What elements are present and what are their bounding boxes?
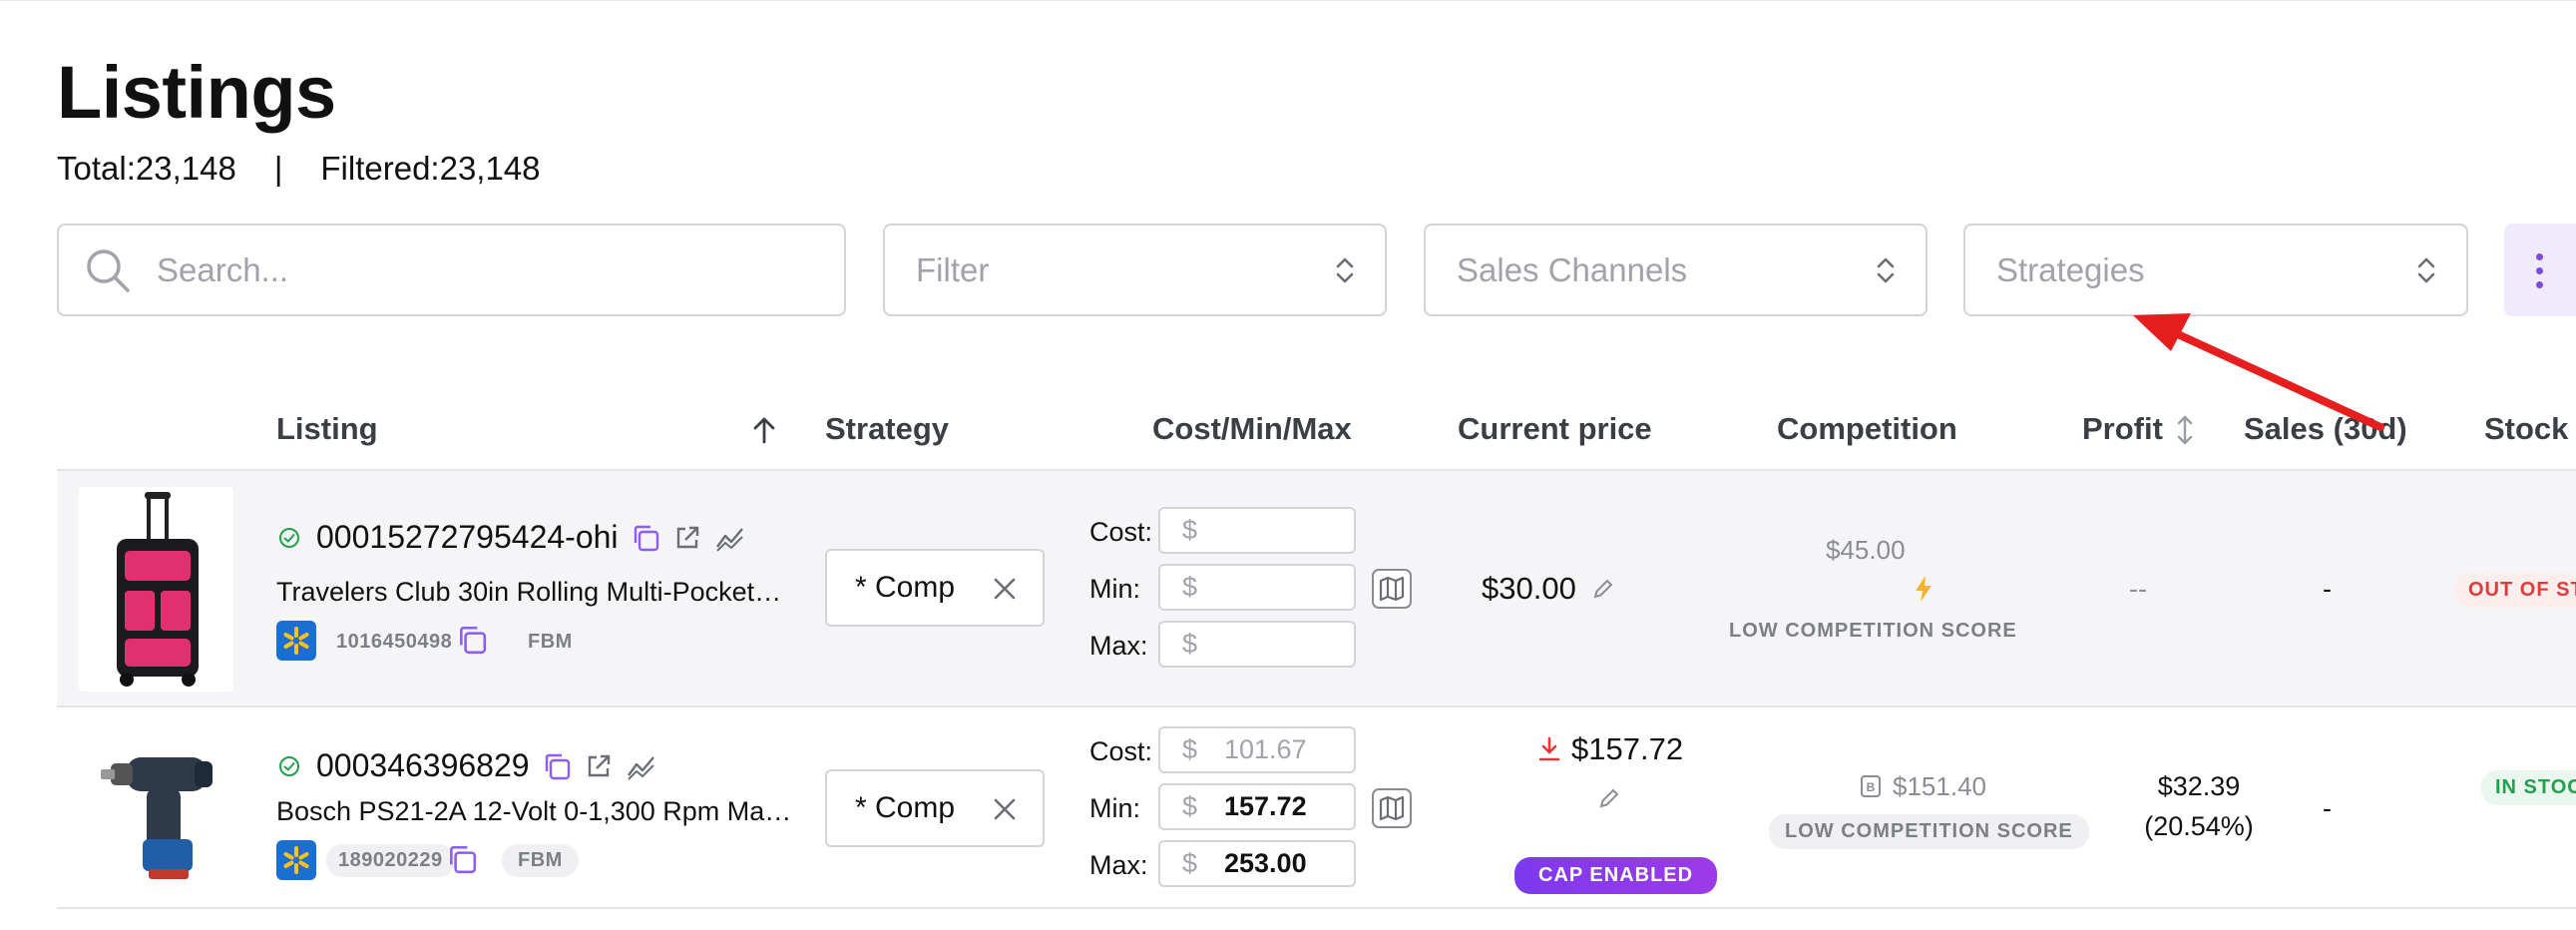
- annotation-arrow-icon: [2133, 313, 2384, 431]
- listings-page: Listings Total:23,148 | Filtered:23,148 …: [0, 0, 2576, 930]
